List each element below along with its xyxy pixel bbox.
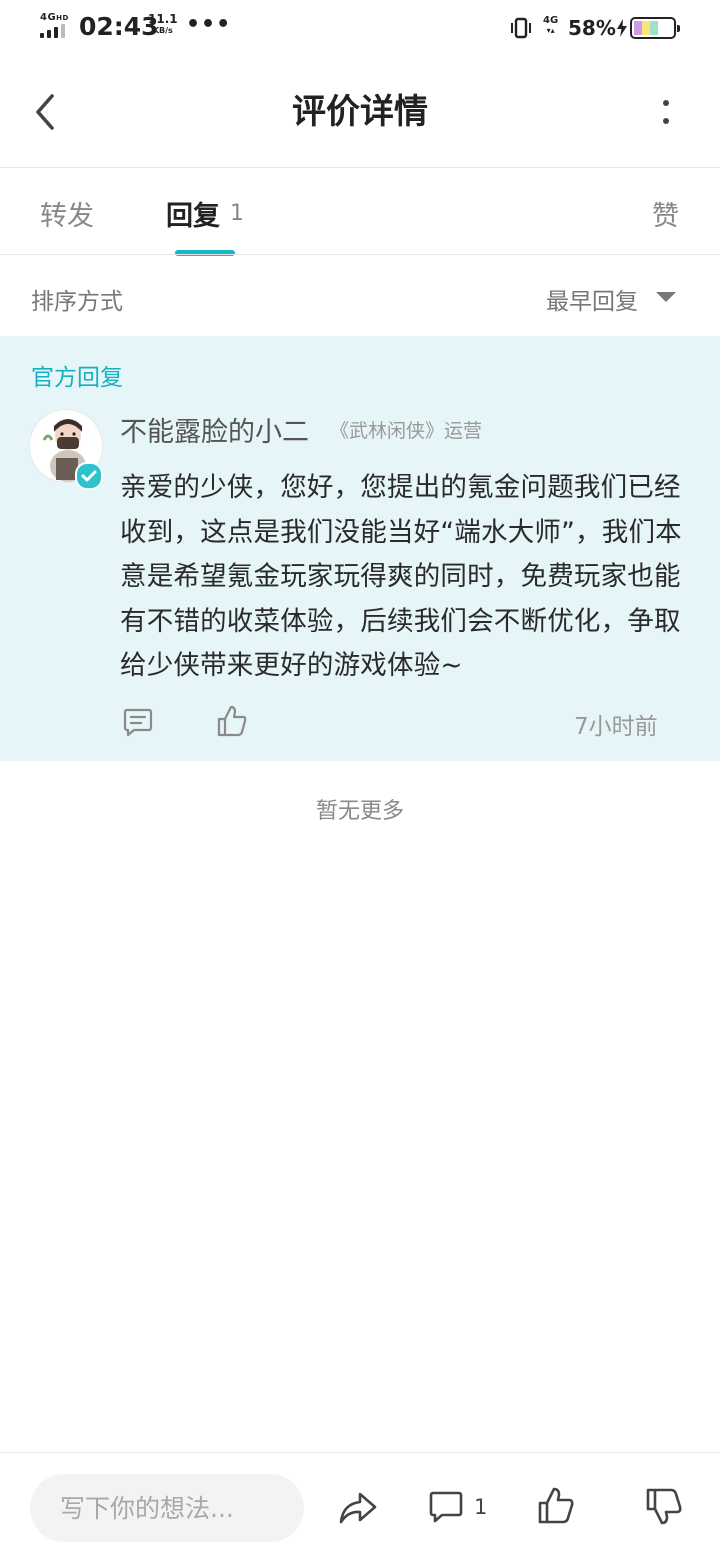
network-speed: 11.1 KB/s	[148, 12, 178, 35]
notification-more-icon: •••	[186, 12, 232, 37]
thumbs-up-icon[interactable]	[537, 1485, 575, 1525]
official-reply-label: 官方回复	[31, 365, 123, 391]
tab-forward[interactable]: 转发	[40, 194, 94, 233]
comment-icon[interactable]	[122, 706, 154, 738]
vibrate-icon	[511, 17, 531, 39]
thumbs-up-icon[interactable]	[216, 704, 248, 738]
cell-data-icon: 4G ▾▴	[543, 15, 559, 35]
clock: 02:43	[79, 12, 159, 41]
page-title: 评价详情	[292, 92, 428, 132]
tab-reply[interactable]: 回复	[166, 194, 220, 233]
thumbs-down-icon[interactable]	[645, 1487, 683, 1527]
tab-like[interactable]: 赞	[652, 194, 679, 233]
battery-icon	[630, 17, 680, 39]
author-tag: 《武林闲侠》运营	[330, 420, 483, 442]
caret-down-icon[interactable]	[655, 291, 677, 303]
reply-time: 7小时前	[574, 714, 658, 740]
tab-reply-count: 1	[230, 201, 244, 226]
header-divider	[0, 167, 720, 168]
tabs-divider	[0, 254, 720, 255]
network-type: 4GHD	[40, 12, 69, 23]
author-name[interactable]: 不能露脸的小二	[120, 410, 309, 449]
sort-label: 排序方式	[31, 289, 123, 315]
bottom-bar-divider	[0, 1452, 720, 1453]
charging-icon	[617, 19, 627, 37]
status-bar: 4GHD 02:43 11.1 KB/s ••• 4G ▾▴ 58%	[0, 0, 720, 56]
signal-icon	[40, 24, 70, 38]
reply-content: 亲爱的少侠，您好，您提出的氪金问题我们已经收到，这点是我们没能当好“端水大师”，…	[120, 472, 682, 681]
battery-percent: 58%	[568, 16, 616, 40]
comment-count: 1	[474, 1495, 488, 1519]
share-icon[interactable]	[338, 1488, 378, 1528]
list-end-text: 暂无更多	[315, 799, 404, 824]
comment-icon[interactable]	[428, 1489, 464, 1525]
more-options-button[interactable]	[650, 92, 682, 132]
comment-input[interactable]	[30, 1474, 304, 1542]
verified-badge-icon	[75, 462, 103, 490]
active-tab-indicator	[175, 250, 235, 256]
sort-dropdown[interactable]: 最早回复	[546, 282, 638, 316]
